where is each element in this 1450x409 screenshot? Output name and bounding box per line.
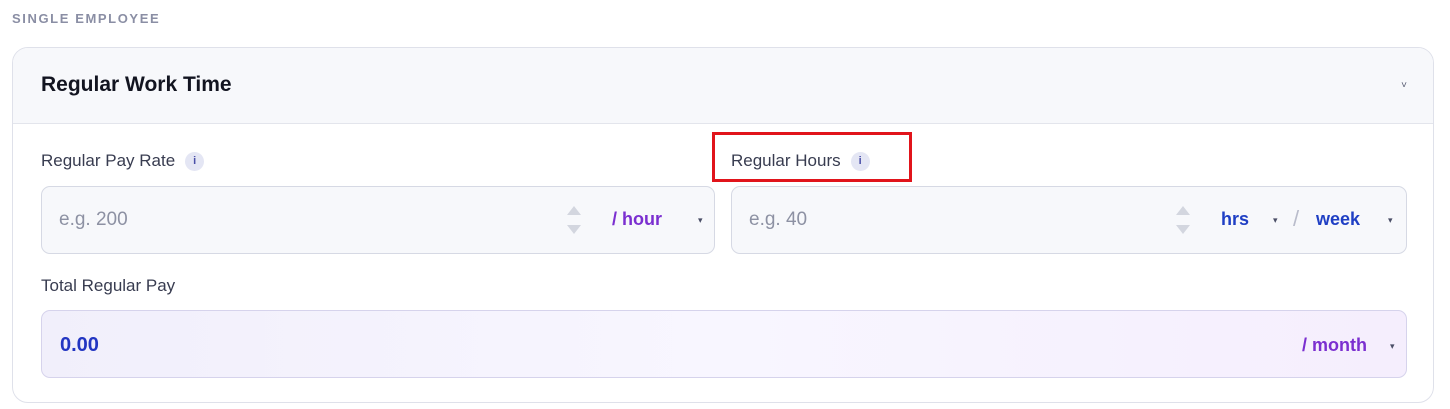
section-title: SINGLE EMPLOYEE xyxy=(12,11,161,26)
hours-unit-select[interactable]: hrs xyxy=(1221,209,1249,230)
total-period-select[interactable]: / month xyxy=(1302,335,1367,356)
regular-pay-rate-field: / hour ▾ xyxy=(41,186,715,254)
regular-pay-rate-label-text: Regular Pay Rate xyxy=(41,151,176,170)
stepper-up-icon[interactable] xyxy=(1176,206,1190,215)
stepper-arrows-icon[interactable] xyxy=(567,206,581,234)
regular-work-time-card: Regular Work Time ˅ Regular Pay Rate i /… xyxy=(12,47,1434,403)
total-regular-pay-field: 0.00 / month ▾ xyxy=(41,310,1407,378)
chevron-down-icon[interactable]: ▾ xyxy=(1388,215,1393,226)
card-header[interactable]: Regular Work Time ˅ xyxy=(13,48,1433,124)
unit-separator: / xyxy=(1293,206,1300,231)
chevron-down-icon[interactable]: ▾ xyxy=(1273,215,1278,226)
stepper-down-icon[interactable] xyxy=(1176,225,1190,234)
hours-period-select[interactable]: week xyxy=(1316,209,1360,230)
pay-rate-unit-select[interactable]: / hour xyxy=(612,209,662,230)
chevron-down-icon[interactable]: ▾ xyxy=(698,215,703,226)
card-title: Regular Work Time xyxy=(41,73,232,96)
total-regular-pay-label-text: Total Regular Pay xyxy=(41,276,176,295)
regular-pay-rate-label: Regular Pay Rate i xyxy=(41,151,205,171)
total-regular-pay-label: Total Regular Pay xyxy=(41,276,175,296)
chevron-down-icon[interactable]: ˅ xyxy=(1401,80,1407,91)
total-regular-pay-value: 0.00 xyxy=(60,334,99,356)
stepper-down-icon[interactable] xyxy=(567,225,581,234)
info-icon[interactable]: i xyxy=(185,151,205,171)
regular-pay-rate-input[interactable] xyxy=(59,187,429,253)
stepper-arrows-icon[interactable] xyxy=(1176,206,1190,234)
regular-hours-input[interactable] xyxy=(749,187,1086,253)
stepper-up-icon[interactable] xyxy=(567,206,581,215)
chevron-down-icon[interactable]: ▾ xyxy=(1390,341,1395,352)
regular-hours-field: hrs ▾ / week ▾ xyxy=(731,186,1407,254)
highlight-box xyxy=(712,132,912,182)
